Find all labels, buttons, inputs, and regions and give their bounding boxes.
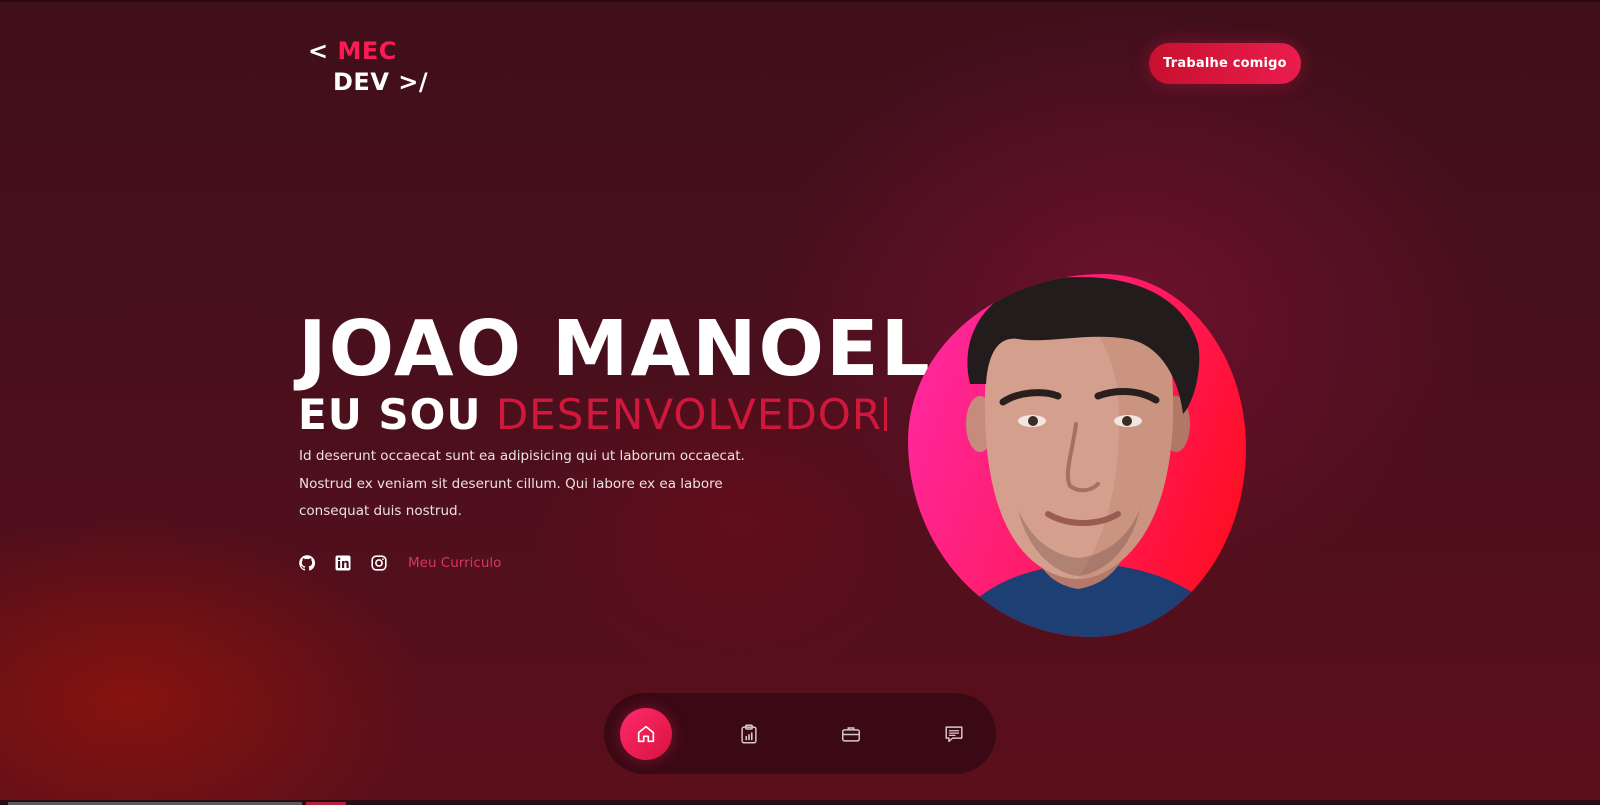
logo-line-1: < MEC (308, 37, 397, 65)
linkedin-icon[interactable] (334, 554, 352, 572)
nav-portfolio[interactable] (826, 708, 878, 760)
social-links: Meu Curriculo (298, 553, 501, 573)
hero-role-word: DESENVOLVEDOR (495, 390, 883, 439)
resume-link[interactable]: Meu Curriculo (408, 555, 501, 571)
profile-photo (908, 274, 1246, 637)
instagram-icon[interactable] (370, 554, 388, 572)
nav-contact[interactable] (928, 708, 980, 760)
chat-icon (945, 725, 963, 742)
typing-cursor (884, 397, 888, 431)
hero-name: JOAO MANOEL (298, 305, 932, 394)
nav-home[interactable] (620, 707, 672, 760)
window-bottom-border (0, 800, 1600, 805)
briefcase-icon (842, 726, 861, 742)
hero-description-line: Id deserunt occaecat sunt ea adipisicing… (299, 448, 745, 464)
window-top-border (0, 0, 1600, 2)
github-icon[interactable] (298, 554, 316, 572)
home-icon (637, 725, 655, 742)
hero-description: Id deserunt occaecat sunt ea adipisicing… (299, 443, 745, 526)
clipboard-chart-icon (741, 724, 757, 743)
site-logo[interactable]: < MEC DEV >/ (308, 36, 428, 98)
nav-skills[interactable] (723, 708, 775, 760)
hero-role: EU SOU DESENVOLVEDOR (298, 390, 888, 439)
hero-description-line: consequat duis nostrud. (299, 503, 462, 519)
work-with-me-button[interactable]: Trabalhe comigo (1149, 43, 1301, 84)
bottom-navigation (604, 693, 996, 774)
hero-role-prefix: EU SOU (298, 390, 482, 439)
hero-description-line: Nostrud ex veniam sit deserunt cillum. Q… (299, 475, 723, 492)
logo-line-2: DEV >/ (333, 68, 429, 96)
